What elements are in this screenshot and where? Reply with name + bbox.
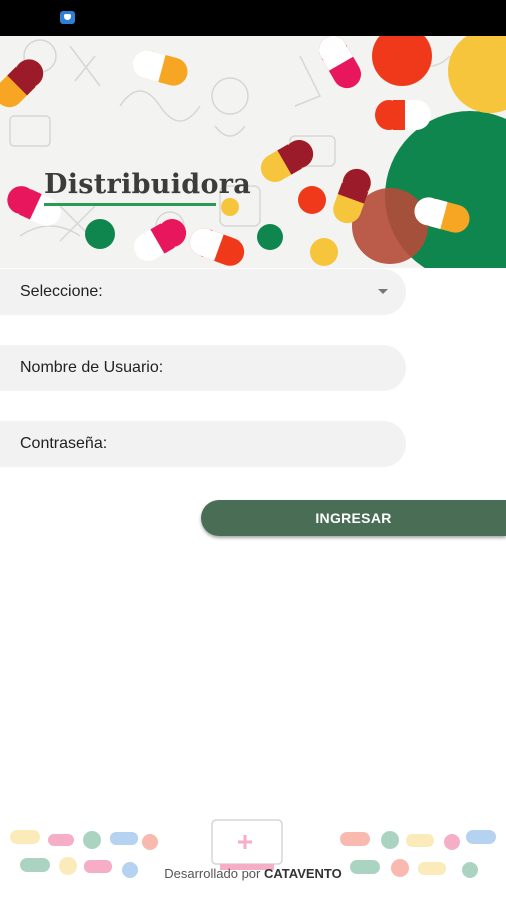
select-label: Seleccione: [20,283,103,300]
footer-credit: Desarrollado por CATAVENTO [0,866,506,881]
footer-pills-illustration [0,812,506,900]
brand-underline [44,203,216,206]
brand-title: Distribuidora [44,169,252,200]
footer-prefix: Desarrollado por [164,866,261,881]
username-field[interactable]: Nombre de Usuario: [0,345,406,391]
login-button[interactable]: INGRESAR [201,500,506,536]
status-bar [0,0,506,36]
password-label: Contraseña: [20,435,108,452]
pills-illustration [0,36,506,268]
shield-notification-icon [60,11,75,24]
password-field[interactable]: Contraseña: [0,421,406,467]
footer-company: CATAVENTO [263,866,342,881]
chevron-down-icon[interactable] [378,289,388,294]
distributor-select[interactable]: Seleccione: [0,269,406,315]
header-banner: Distribuidora [0,36,506,268]
username-label: Nombre de Usuario: [20,359,164,376]
